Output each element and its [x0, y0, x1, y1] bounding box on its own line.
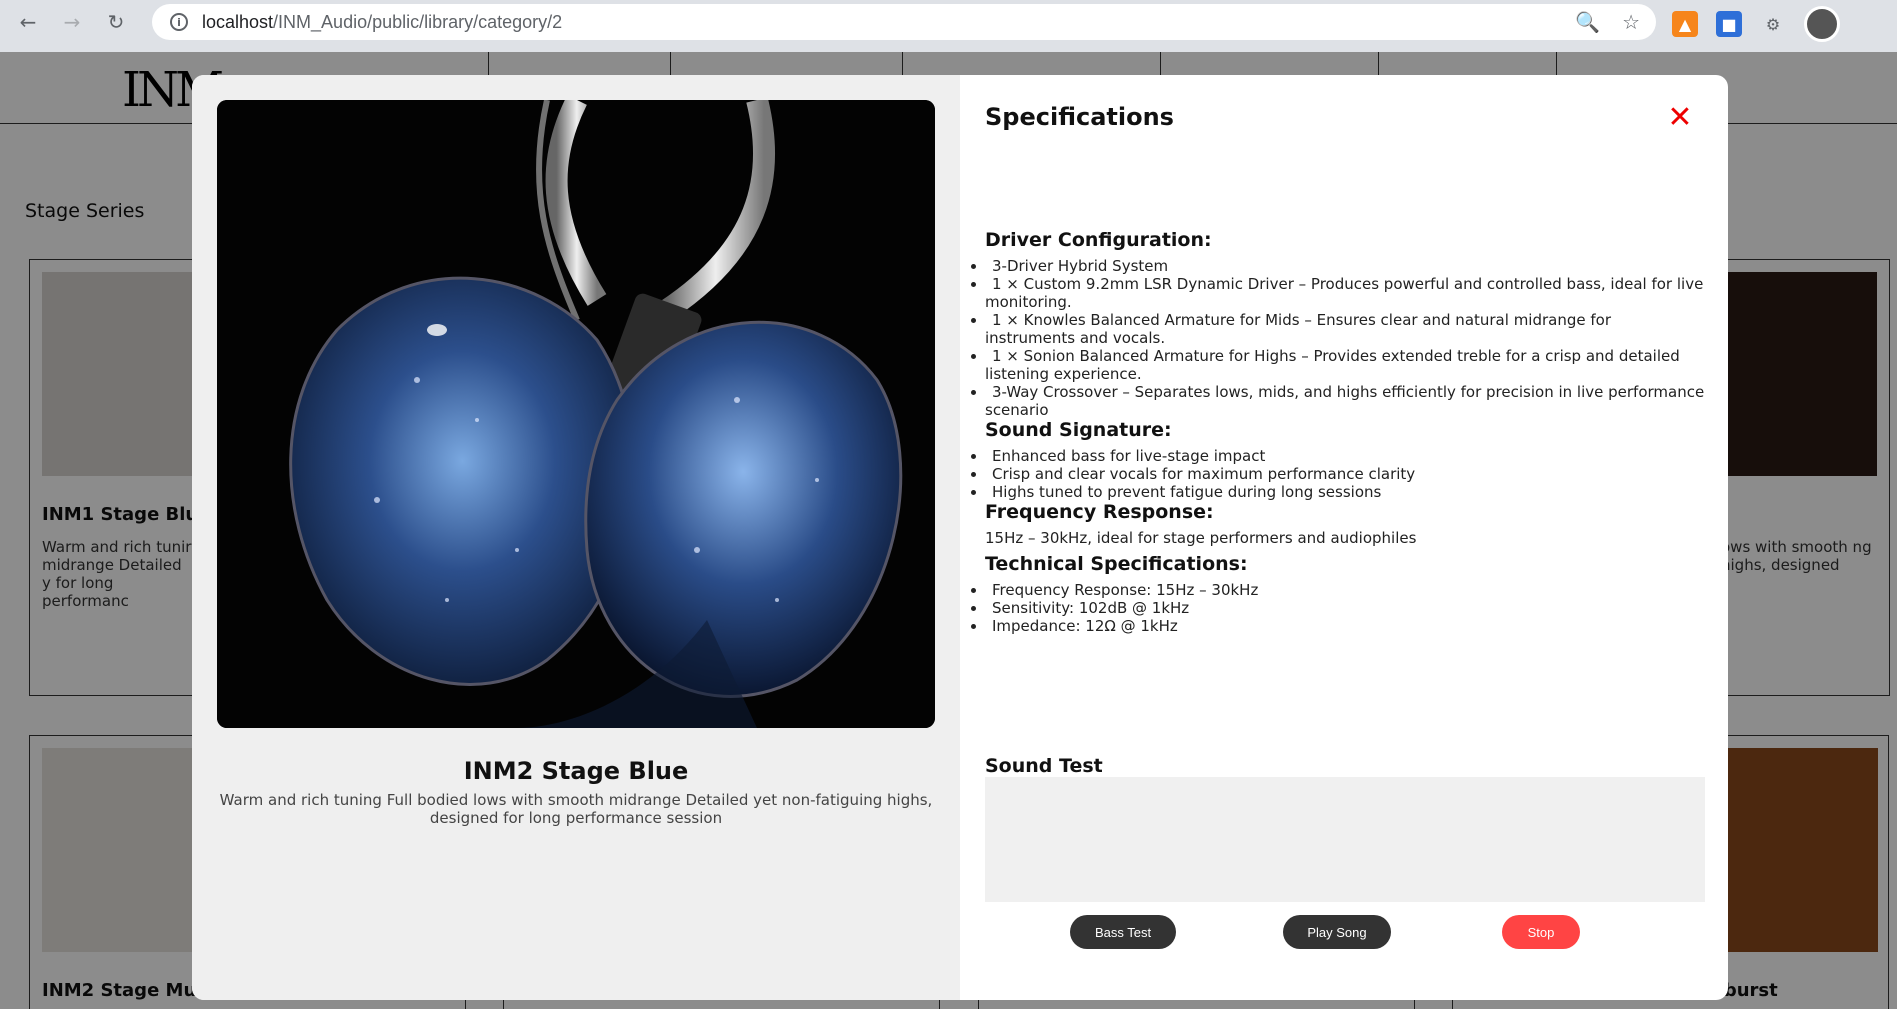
spec-body: Driver Configuration: 3-Driver Hybrid Sy… [985, 229, 1705, 635]
driver-config-heading: Driver Configuration: [985, 229, 1212, 251]
driver-config-list: 3-Driver Hybrid System 1 × Custom 9.2mm … [985, 257, 1705, 419]
list-item: Highs tuned to prevent fatigue during lo… [971, 483, 1705, 501]
product-description: Warm and rich tuning Full bodied lows wi… [219, 791, 933, 827]
browser-toolbar: ← → ↻ i localhost/INM_Audio/public/libra… [0, 0, 1897, 52]
url-path: /INM_Audio/public/library/category/2 [273, 11, 563, 32]
list-item: 1 × Knowles Balanced Armature for Mids –… [971, 311, 1705, 347]
modal-product-panel: INM2 Stage Blue Warm and rich tuning Ful… [192, 75, 960, 1000]
list-item: 1 × Custom 9.2mm LSR Dynamic Driver – Pr… [971, 275, 1705, 311]
list-item: Frequency Response: 15Hz – 30kHz [971, 581, 1705, 599]
bitwarden-extension-icon[interactable]: ■ [1716, 11, 1742, 37]
site-info-icon[interactable]: i [170, 13, 188, 31]
sound-visualizer [985, 777, 1705, 902]
back-icon[interactable]: ← [8, 2, 48, 42]
list-item: 3-Driver Hybrid System [971, 257, 1705, 275]
list-item: 1 × Sonion Balanced Armature for Highs –… [971, 347, 1705, 383]
list-item: Enhanced bass for live-stage impact [971, 447, 1705, 465]
bookmark-star-icon[interactable]: ☆ [1622, 10, 1640, 34]
spec-title: Specifications [985, 103, 1174, 131]
url-host: localhost [202, 11, 274, 32]
metamask-extension-icon[interactable]: ▲ [1672, 11, 1698, 37]
technical-specs-list: Frequency Response: 15Hz – 30kHz Sensiti… [985, 581, 1705, 635]
sound-signature-list: Enhanced bass for live-stage impact Cris… [985, 447, 1705, 501]
list-item: Impedance: 12Ω @ 1kHz [971, 617, 1705, 635]
frequency-response-text: 15Hz – 30kHz, ideal for stage performers… [985, 529, 1417, 547]
extensions-puzzle-icon[interactable]: ⚙ [1760, 11, 1786, 37]
technical-specs-heading: Technical Specifications: [985, 553, 1248, 575]
product-modal: INM2 Stage Blue Warm and rich tuning Ful… [192, 75, 1728, 1000]
play-song-button[interactable]: Play Song [1283, 915, 1391, 949]
url-text[interactable]: localhost/INM_Audio/public/library/categ… [202, 12, 562, 33]
list-item: 3-Way Crossover – Separates lows, mids, … [971, 383, 1705, 419]
list-item: Sensitivity: 102dB @ 1kHz [971, 599, 1705, 617]
bass-test-button[interactable]: Bass Test [1070, 915, 1176, 949]
earphones-illustration [217, 100, 935, 728]
profile-avatar[interactable] [1804, 6, 1840, 42]
product-name: INM2 Stage Blue [463, 757, 689, 785]
frequency-response-heading: Frequency Response: [985, 501, 1214, 523]
sound-signature-heading: Sound Signature: [985, 419, 1172, 441]
reload-icon[interactable]: ↻ [96, 2, 136, 42]
zoom-icon[interactable]: 🔍 [1575, 10, 1600, 34]
close-icon[interactable]: ✕ [1667, 103, 1693, 133]
product-image [217, 100, 935, 728]
forward-icon[interactable]: → [52, 2, 92, 42]
address-bar[interactable]: i localhost/INM_Audio/public/library/cat… [152, 4, 1656, 40]
sound-test-heading: Sound Test [985, 755, 1103, 777]
modal-spec-panel: Specifications ✕ Driver Configuration: 3… [960, 75, 1728, 1000]
stop-button[interactable]: Stop [1502, 915, 1580, 949]
list-item: Crisp and clear vocals for maximum perfo… [971, 465, 1705, 483]
